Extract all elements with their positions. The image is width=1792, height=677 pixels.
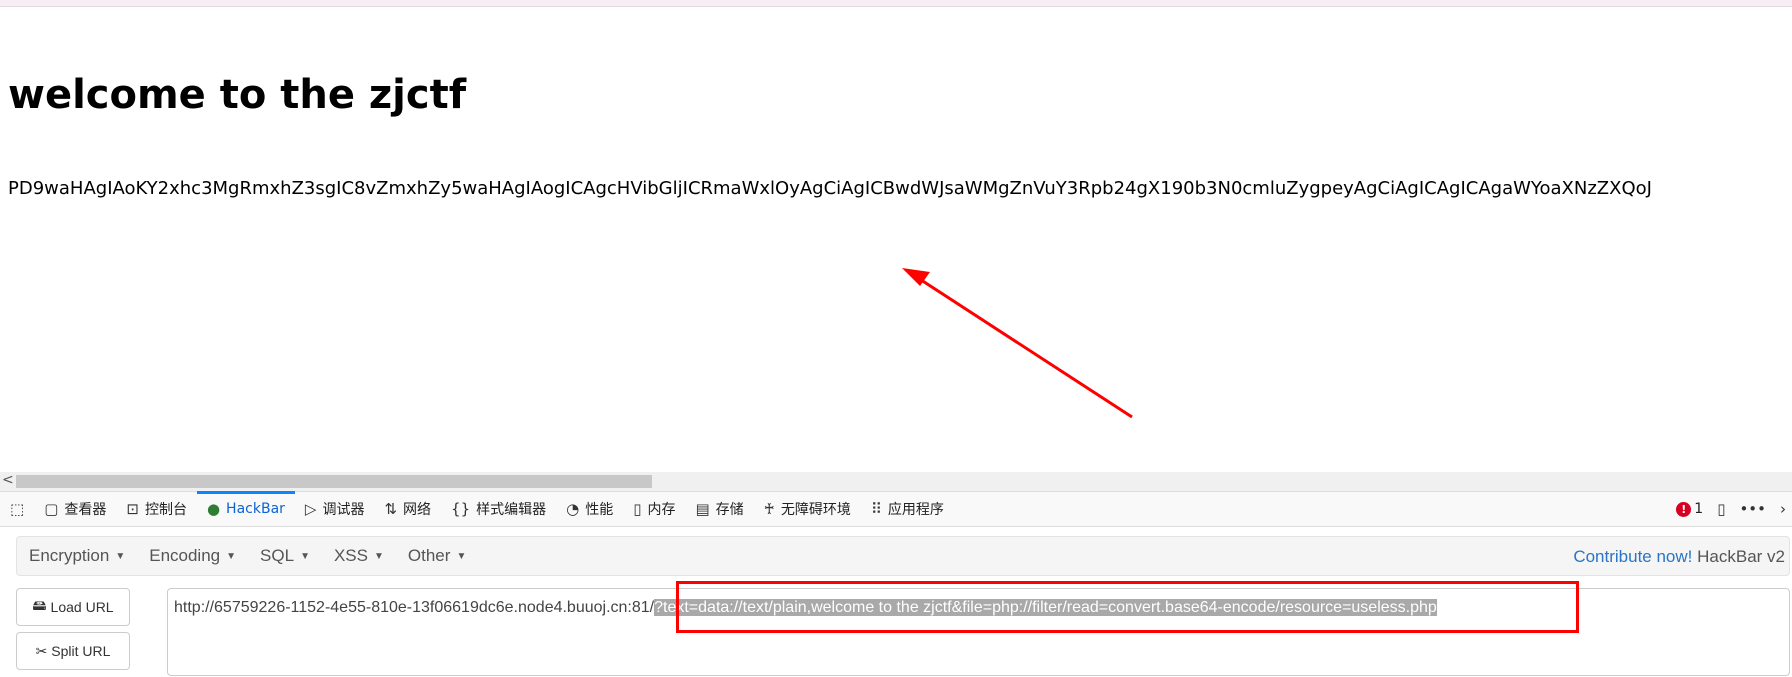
picker-icon: ⬚ <box>10 500 25 518</box>
tab-label: 查看器 <box>64 502 107 518</box>
menu-xss[interactable]: XSS ▼ <box>322 546 396 566</box>
caret-down-icon: ▼ <box>300 550 310 562</box>
caret-down-icon: ▼ <box>115 550 126 562</box>
hackbar-version: HackBar v2 <box>1697 547 1785 566</box>
close-icon[interactable]: › <box>1780 500 1786 518</box>
devtools-toolbar: ⬚ ▢ 查看器 ⊡ 控制台 ● HackBar ▷ 调试器 ⇅ 网络 {} 样式编辑器 ◔ 性… <box>0 491 1792 527</box>
tab-inspector[interactable]: ▢ 查看器 <box>34 492 116 526</box>
menu-label: Encryption <box>29 546 110 565</box>
tab-label: 存储 <box>715 502 744 518</box>
error-count-button[interactable]: ! 1 <box>1676 501 1703 517</box>
error-count: 1 <box>1694 501 1704 517</box>
tab-label: 内存 <box>647 502 676 518</box>
tab-console[interactable]: ⊡ 控制台 <box>116 492 197 526</box>
menu-encoding[interactable]: Encoding ▼ <box>137 546 248 566</box>
load-url-button[interactable]: 🖴 Load URL <box>16 588 130 626</box>
memory-icon: ▯ <box>633 500 642 518</box>
menu-label: Encoding <box>149 546 221 565</box>
storage-icon: ▤ <box>695 500 710 518</box>
url-base-text: http://65759226-1152-4e55-810e-13f06619d… <box>174 599 655 616</box>
tab-label: 网络 <box>403 502 432 518</box>
menu-sql[interactable]: SQL ▼ <box>248 546 322 566</box>
caret-down-icon: ▼ <box>226 550 237 562</box>
tab-performance[interactable]: ◔ 性能 <box>556 492 623 526</box>
scroll-left-icon[interactable]: < <box>2 472 14 488</box>
hackbar-icon: ● <box>206 500 221 518</box>
menu-label: SQL <box>260 546 295 565</box>
tab-applications[interactable]: ⠿ 应用程序 <box>861 492 954 526</box>
horizontal-scrollbar[interactable]: < <box>0 472 1792 491</box>
tab-network[interactable]: ⇅ 网络 <box>374 492 441 526</box>
button-label: Load URL <box>50 599 114 615</box>
tab-style-editor[interactable]: {} 样式编辑器 <box>441 492 556 526</box>
applications-icon: ⠿ <box>870 500 882 518</box>
hackbar-menu: Encryption ▼ Encoding ▼ SQL ▼ XSS ▼ Other ▼ C… <box>16 536 1790 576</box>
scrollbar-thumb[interactable] <box>16 475 652 488</box>
tab-label: 调试器 <box>322 502 365 518</box>
contribute-link[interactable]: Contribute now! <box>1573 547 1692 566</box>
console-icon: ⊡ <box>126 500 139 518</box>
element-picker-button[interactable]: ⬚ <box>0 492 34 526</box>
debugger-icon: ▷ <box>304 500 317 518</box>
inspector-icon: ▢ <box>44 500 59 518</box>
split-url-button[interactable]: ✂ Split URL <box>16 632 130 670</box>
tab-label: 无障碍环境 <box>780 502 851 518</box>
error-icon: ! <box>1676 501 1692 517</box>
load-url-icon: 🖴 <box>32 597 47 613</box>
caret-down-icon: ▼ <box>374 550 384 562</box>
responsive-design-icon[interactable]: ▯ <box>1717 500 1725 518</box>
tab-memory[interactable]: ▯ 内存 <box>623 492 685 526</box>
contribute-area: Contribute now! HackBar v2 <box>1573 547 1785 567</box>
tab-hackbar[interactable]: ● HackBar <box>196 491 295 526</box>
tab-accessibility[interactable]: ♰ 无障碍环境 <box>754 492 861 526</box>
tab-storage[interactable]: ▤ 存储 <box>685 492 753 526</box>
style-editor-icon: {} <box>451 500 471 518</box>
menu-other[interactable]: Other ▼ <box>396 546 478 566</box>
button-label: Split URL <box>51 643 111 659</box>
annotation-highlight-box <box>676 581 1579 633</box>
more-options-icon[interactable]: ••• <box>1739 500 1766 518</box>
tab-debugger[interactable]: ▷ 调试器 <box>295 492 375 526</box>
menu-encryption[interactable]: Encryption ▼ <box>17 546 137 566</box>
menu-label: Other <box>407 546 451 565</box>
menu-label: XSS <box>333 546 368 565</box>
network-icon: ⇅ <box>384 500 398 518</box>
tab-label: HackBar <box>226 501 285 517</box>
tab-label: 样式编辑器 <box>476 502 547 518</box>
caret-down-icon: ▼ <box>456 550 467 562</box>
performance-icon: ◔ <box>566 500 580 518</box>
tab-label: 性能 <box>585 502 614 518</box>
scissors-icon: ✂ <box>35 642 48 659</box>
accessibility-icon: ♰ <box>763 500 775 518</box>
tab-label: 应用程序 <box>887 502 944 518</box>
tab-label: 控制台 <box>144 502 187 518</box>
